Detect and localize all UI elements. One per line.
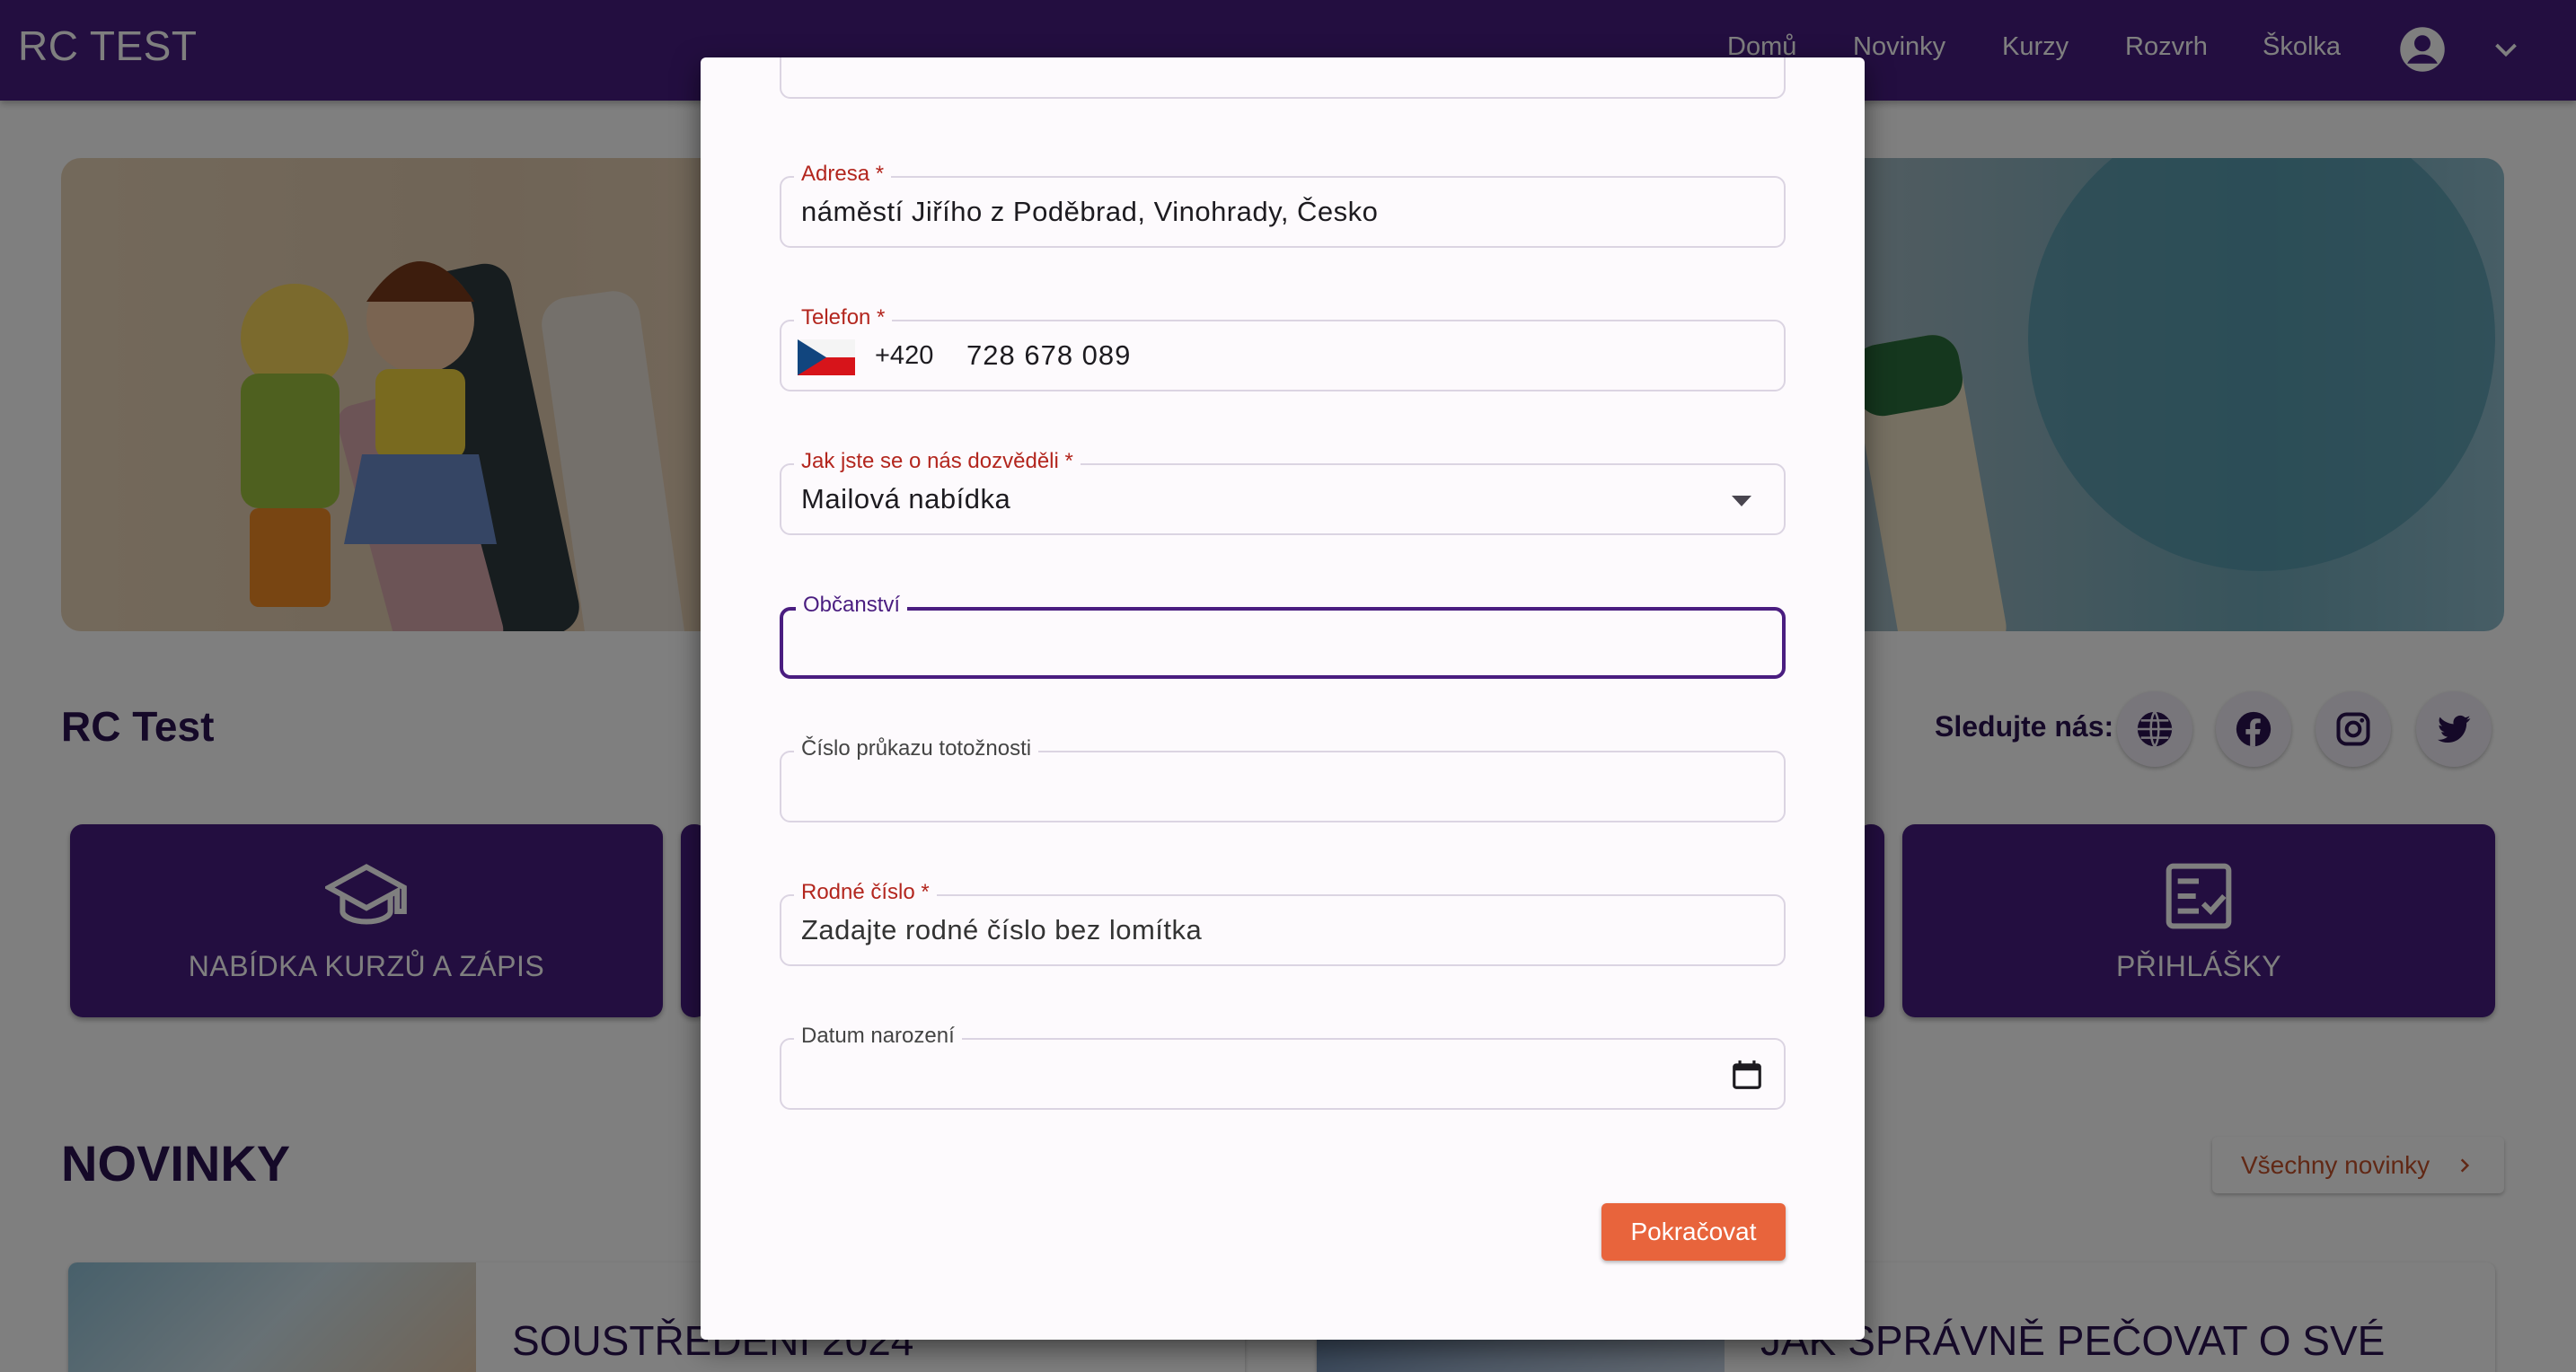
phone-prefix: +420 (875, 341, 934, 370)
birth-date-field[interactable]: Datum narození (780, 1024, 1786, 1110)
address-value: náměstí Jiřího z Poděbrad, Vinohrady, Če… (801, 196, 1379, 227)
birth-date-label: Datum narození (794, 1024, 962, 1049)
phone-number: 728 678 089 (966, 339, 1132, 371)
id-number-field[interactable]: Číslo průkazu totožnosti (780, 736, 1786, 822)
citizenship-label: Občanství (796, 593, 908, 618)
source-select[interactable]: Jak jste se o nás dozvěděli * Mailová na… (780, 449, 1786, 535)
birth-number-placeholder: Zadajte rodné číslo bez lomítka (801, 914, 1203, 945)
address-field[interactable]: Adresa * náměstí Jiřího z Poděbrad, Vino… (780, 162, 1786, 248)
source-value: Mailová nabídka (801, 483, 1011, 514)
citizenship-field[interactable]: Občanství (780, 593, 1786, 679)
address-label: Adresa * (794, 162, 892, 187)
id-number-label: Číslo průkazu totožnosti (794, 736, 1039, 761)
previous-field[interactable] (780, 57, 1786, 99)
czech-flag-icon[interactable] (798, 339, 855, 375)
birth-number-label: Rodné číslo * (794, 880, 937, 905)
phone-label: Telefon * (794, 305, 893, 330)
calendar-icon[interactable] (1730, 1058, 1764, 1092)
continue-button[interactable]: Pokračovat (1601, 1203, 1786, 1261)
birth-number-field[interactable]: Rodné číslo * Zadajte rodné číslo bez lo… (780, 880, 1786, 966)
registration-dialog: Adresa * náměstí Jiřího z Poděbrad, Vino… (701, 57, 1865, 1340)
phone-field[interactable]: Telefon * +420 728 678 089 (780, 305, 1786, 391)
dropdown-arrow-icon[interactable] (1732, 496, 1751, 506)
source-label: Jak jste se o nás dozvěděli * (794, 449, 1081, 474)
